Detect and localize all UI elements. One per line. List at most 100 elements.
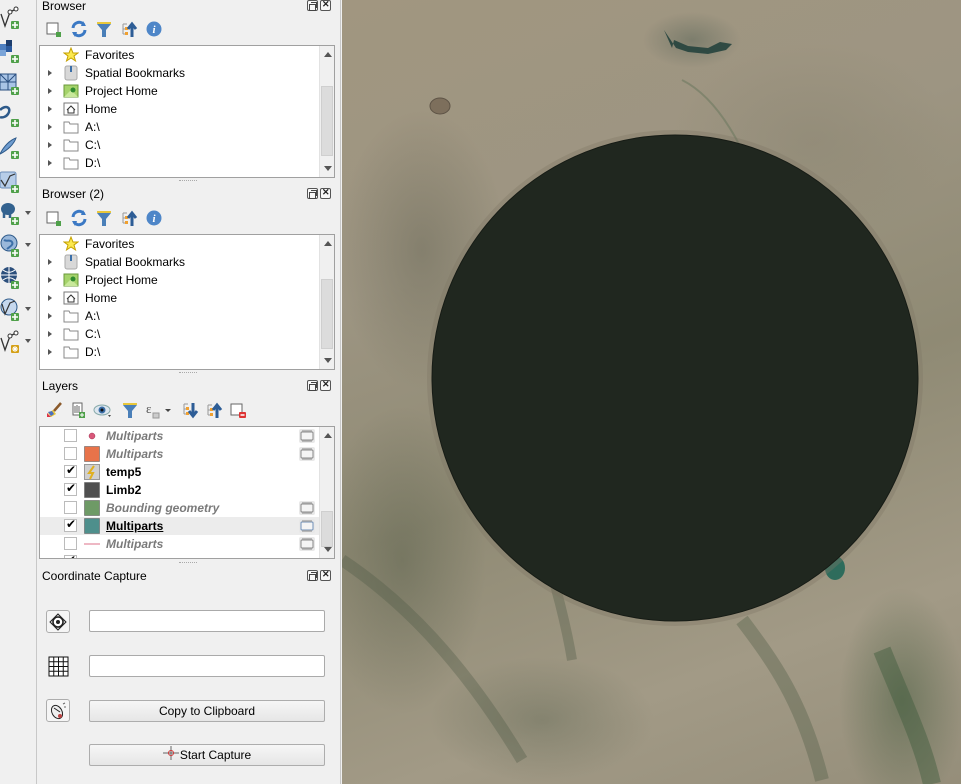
crs-coordinate-field[interactable] — [89, 610, 325, 632]
refresh-icon[interactable] — [70, 209, 88, 227]
add-selected-layers-icon[interactable] — [45, 20, 63, 38]
scroll-down-icon[interactable] — [324, 547, 332, 552]
layer-visibility-checkbox[interactable] — [64, 447, 77, 460]
expand-all-icon[interactable] — [181, 401, 199, 419]
tree-item[interactable]: Project Home — [40, 271, 334, 289]
scroll-thumb[interactable] — [321, 86, 333, 156]
browser2-scrollbar[interactable] — [319, 235, 334, 369]
close-panel-icon[interactable] — [320, 379, 331, 391]
expand-arrow-icon[interactable] — [48, 295, 52, 301]
expand-arrow-icon[interactable] — [48, 349, 52, 355]
layer-symbol-icon[interactable] — [84, 500, 100, 516]
expand-arrow-icon[interactable] — [48, 142, 52, 148]
collapse-all-icon[interactable] — [120, 209, 138, 227]
filter-icon[interactable] — [95, 209, 113, 227]
add-selected-layers-icon[interactable] — [45, 209, 63, 227]
splitter-handle[interactable] — [179, 562, 197, 564]
layer-visibility-checkbox[interactable] — [64, 553, 77, 558]
tree-item[interactable]: D:\ — [40, 154, 334, 172]
layer-symbol-icon[interactable] — [84, 482, 100, 498]
scroll-down-icon[interactable] — [324, 358, 332, 363]
chevron-down-icon[interactable] — [25, 339, 31, 343]
add-wfs-layer-button[interactable] — [0, 296, 36, 326]
scroll-down-icon[interactable] — [324, 166, 332, 171]
close-panel-icon[interactable] — [320, 569, 331, 581]
layer-row[interactable]: Multiparts — [40, 535, 320, 553]
splitter-handle[interactable] — [179, 372, 197, 374]
track-mouse-button[interactable] — [46, 699, 70, 722]
tree-item[interactable]: C:\ — [40, 136, 334, 154]
expand-arrow-icon[interactable] — [48, 88, 52, 94]
tree-item[interactable]: Favorites — [40, 235, 334, 253]
layer-row[interactable]: temp5 — [40, 463, 320, 481]
layer-row[interactable]: Multiparts — [40, 427, 320, 445]
new-layer-button[interactable] — [0, 328, 36, 358]
scroll-thumb[interactable] — [321, 279, 333, 349]
splitter-handle[interactable] — [179, 180, 197, 182]
browser-scrollbar[interactable] — [319, 46, 334, 177]
float-panel-icon[interactable] — [307, 188, 318, 199]
expand-arrow-icon[interactable] — [48, 259, 52, 265]
temporary-layer-indicator-icon[interactable] — [299, 519, 315, 533]
temporary-layer-indicator-icon[interactable] — [299, 501, 315, 515]
style-panel-icon[interactable] — [45, 401, 63, 419]
layer-visibility-checkbox[interactable] — [64, 501, 77, 514]
expand-arrow-icon[interactable] — [48, 331, 52, 337]
tree-item[interactable]: A:\ — [40, 307, 334, 325]
expand-arrow-icon[interactable] — [48, 277, 52, 283]
filter-expression-icon[interactable]: ε — [145, 401, 175, 419]
tree-item[interactable]: C:\ — [40, 325, 334, 343]
add-postgis-layer-button[interactable] — [0, 200, 36, 230]
layer-row[interactable]: Bounding geometry — [40, 499, 320, 517]
layer-visibility-checkbox[interactable] — [64, 481, 77, 496]
expand-arrow-icon[interactable] — [48, 160, 52, 166]
chevron-down-icon[interactable] — [25, 307, 31, 311]
scroll-thumb[interactable] — [321, 511, 333, 547]
add-wcs-layer-button[interactable] — [0, 264, 36, 294]
layer-visibility-checkbox[interactable] — [64, 517, 77, 532]
add-spatialite-layer-button[interactable] — [0, 134, 36, 164]
tree-item[interactable]: A:\ — [40, 118, 334, 136]
add-mesh-layer-button[interactable] — [0, 70, 36, 100]
remove-layer-icon[interactable] — [229, 401, 247, 419]
tree-item[interactable]: D:\ — [40, 343, 334, 361]
scroll-up-icon[interactable] — [324, 52, 332, 57]
float-panel-icon[interactable] — [307, 570, 318, 581]
copy-to-clipboard-button[interactable]: Copy to Clipboard — [89, 700, 325, 722]
layer-visibility-checkbox[interactable] — [64, 463, 77, 478]
visibility-menu-icon[interactable] — [93, 401, 115, 419]
temporary-layer-indicator-icon[interactable] — [299, 447, 315, 461]
layer-symbol-icon[interactable] — [84, 446, 100, 462]
add-group-icon[interactable] — [69, 401, 87, 419]
layer-row-partial[interactable] — [40, 553, 320, 558]
float-panel-icon[interactable] — [307, 0, 318, 11]
layer-symbol-icon[interactable] — [84, 464, 100, 480]
expand-arrow-icon[interactable] — [48, 106, 52, 112]
add-virtual-layer-button[interactable] — [0, 168, 36, 198]
scroll-up-icon[interactable] — [324, 241, 332, 246]
expand-arrow-icon[interactable] — [48, 70, 52, 76]
crs-selector-button[interactable] — [46, 610, 70, 633]
tree-item[interactable]: Home — [40, 289, 334, 307]
tree-item[interactable]: Favorites — [40, 46, 334, 64]
collapse-all-icon[interactable] — [205, 401, 223, 419]
layers-scrollbar[interactable] — [319, 427, 334, 558]
scroll-up-icon[interactable] — [324, 433, 332, 438]
close-panel-icon[interactable] — [320, 187, 331, 199]
chevron-down-icon[interactable] — [25, 243, 31, 247]
layer-symbol-icon[interactable] — [84, 428, 100, 444]
tree-item[interactable]: Project Home — [40, 82, 334, 100]
layer-symbol-icon[interactable] — [84, 536, 100, 552]
layer-visibility-checkbox[interactable] — [64, 537, 77, 550]
filter-legend-icon[interactable] — [121, 401, 139, 419]
tree-item[interactable]: Spatial Bookmarks — [40, 253, 334, 271]
info-icon[interactable]: i — [145, 209, 163, 227]
add-delimited-text-layer-button[interactable] — [0, 102, 36, 132]
start-capture-button[interactable]: Start Capture — [89, 744, 325, 766]
layer-visibility-checkbox[interactable] — [64, 429, 77, 442]
temporary-layer-indicator-icon[interactable] — [299, 537, 315, 551]
info-icon[interactable]: i — [145, 20, 163, 38]
tree-item[interactable]: Home — [40, 100, 334, 118]
layer-row[interactable]: Limb2 — [40, 481, 320, 499]
layer-symbol-icon[interactable] — [84, 518, 100, 534]
